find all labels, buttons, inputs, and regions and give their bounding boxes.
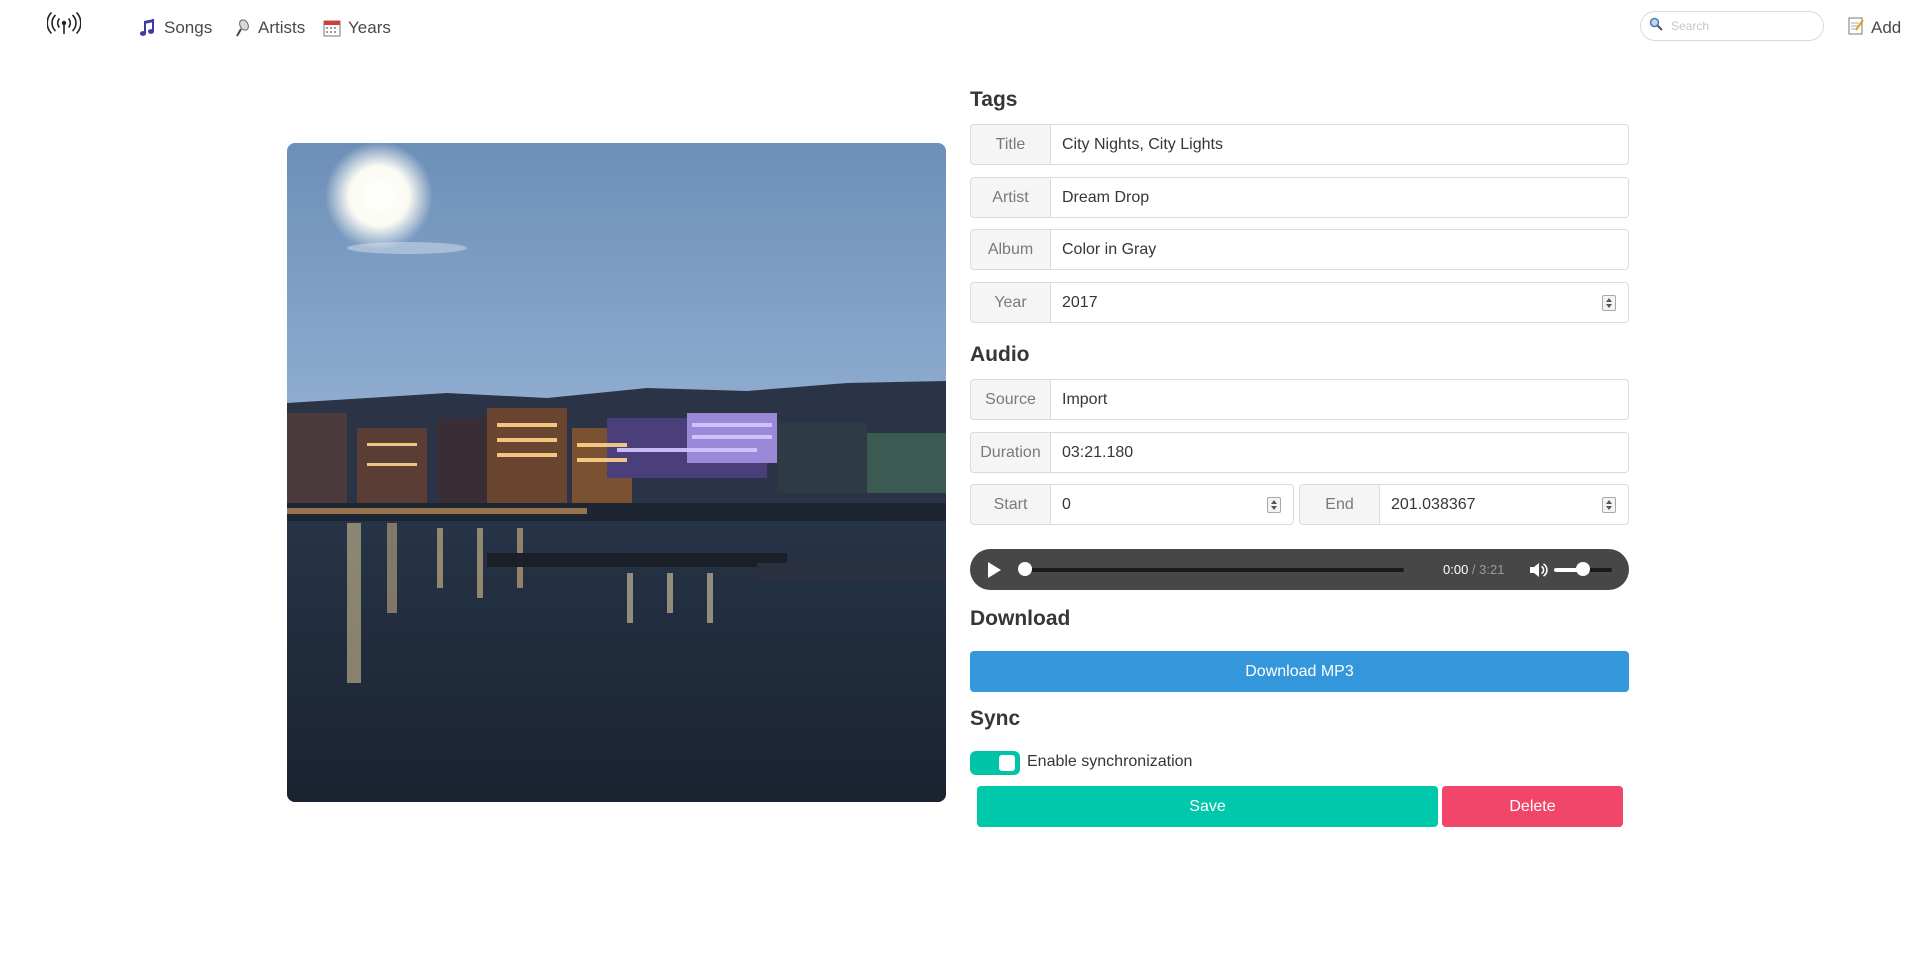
time-separator: / — [1468, 562, 1480, 577]
album-cover-image — [287, 143, 946, 802]
download-heading: Download — [970, 607, 1071, 630]
toggle-knob — [999, 755, 1015, 771]
duration-field: Duration — [970, 432, 1629, 473]
nav-songs[interactable]: Songs — [138, 15, 212, 41]
start-input[interactable] — [1051, 494, 1293, 515]
album-input-wrap — [1050, 229, 1629, 270]
year-input-wrap — [1050, 282, 1629, 323]
source-input[interactable] — [1051, 389, 1628, 410]
album-input[interactable] — [1051, 239, 1628, 260]
start-spinner[interactable] — [1267, 497, 1281, 513]
year-label: Year — [970, 282, 1050, 323]
play-icon[interactable] — [988, 562, 1001, 578]
title-input-wrap — [1050, 124, 1629, 165]
nav-songs-label: Songs — [164, 18, 213, 37]
end-input[interactable] — [1380, 494, 1628, 515]
start-field: Start — [970, 484, 1294, 525]
magnifier-icon — [1649, 17, 1663, 36]
volume-icon[interactable] — [1528, 561, 1548, 579]
save-button[interactable]: Save — [977, 786, 1438, 827]
year-input[interactable] — [1051, 292, 1628, 313]
end-input-wrap — [1379, 484, 1629, 525]
total-time: 3:21 — [1479, 562, 1505, 577]
time-display: 0:00 / 3:21 — [1443, 562, 1504, 577]
album-label: Album — [970, 229, 1050, 270]
download-mp3-button[interactable]: Download MP3 — [970, 651, 1629, 692]
artist-label: Artist — [970, 177, 1050, 218]
title-label: Title — [970, 124, 1050, 165]
year-field: Year — [970, 282, 1629, 323]
duration-label: Duration — [970, 432, 1050, 473]
add-label: Add — [1871, 18, 1902, 37]
memo-icon — [1847, 16, 1865, 41]
artist-input[interactable] — [1051, 187, 1628, 208]
nav-years[interactable]: Years — [322, 15, 391, 41]
music-note-icon — [138, 18, 158, 38]
sync-heading: Sync — [970, 707, 1021, 730]
add-button[interactable]: Add — [1847, 15, 1901, 41]
end-label: End — [1299, 484, 1379, 525]
nav-artists[interactable]: Artists — [232, 15, 305, 41]
seek-bar[interactable] — [1022, 568, 1404, 572]
title-input[interactable] — [1051, 134, 1628, 155]
source-field: Source — [970, 379, 1629, 420]
artist-field: Artist — [970, 177, 1629, 218]
source-label: Source — [970, 379, 1050, 420]
search-input[interactable] — [1669, 18, 1809, 34]
end-field: End — [1299, 484, 1629, 525]
navbar: Songs Artists Years Search Add — [0, 0, 1905, 55]
start-label: Start — [970, 484, 1050, 525]
duration-input-wrap — [1050, 432, 1629, 473]
volume-knob[interactable] — [1576, 562, 1590, 576]
seek-knob[interactable] — [1018, 562, 1032, 576]
source-input-wrap — [1050, 379, 1629, 420]
sync-toggle-label: Enable synchronization — [1027, 753, 1193, 770]
current-time: 0:00 — [1443, 562, 1469, 577]
tags-heading: Tags — [970, 88, 1018, 111]
nav-years-label: Years — [348, 18, 391, 37]
album-field: Album — [970, 229, 1629, 270]
duration-input[interactable] — [1051, 442, 1628, 463]
audio-player: 0:00 / 3:21 — [970, 549, 1629, 590]
delete-button[interactable]: Delete — [1442, 786, 1623, 827]
search-box[interactable] — [1640, 11, 1824, 41]
title-field: Title — [970, 124, 1629, 165]
start-input-wrap — [1050, 484, 1294, 525]
microphone-icon — [232, 18, 252, 38]
broadcast-icon[interactable] — [46, 11, 82, 38]
calendar-icon — [322, 18, 342, 38]
year-spinner[interactable] — [1602, 295, 1616, 311]
end-spinner[interactable] — [1602, 497, 1616, 513]
nav-artists-label: Artists — [258, 18, 306, 37]
audio-heading: Audio — [970, 343, 1030, 366]
artist-input-wrap — [1050, 177, 1629, 218]
sync-toggle[interactable] — [970, 751, 1020, 775]
